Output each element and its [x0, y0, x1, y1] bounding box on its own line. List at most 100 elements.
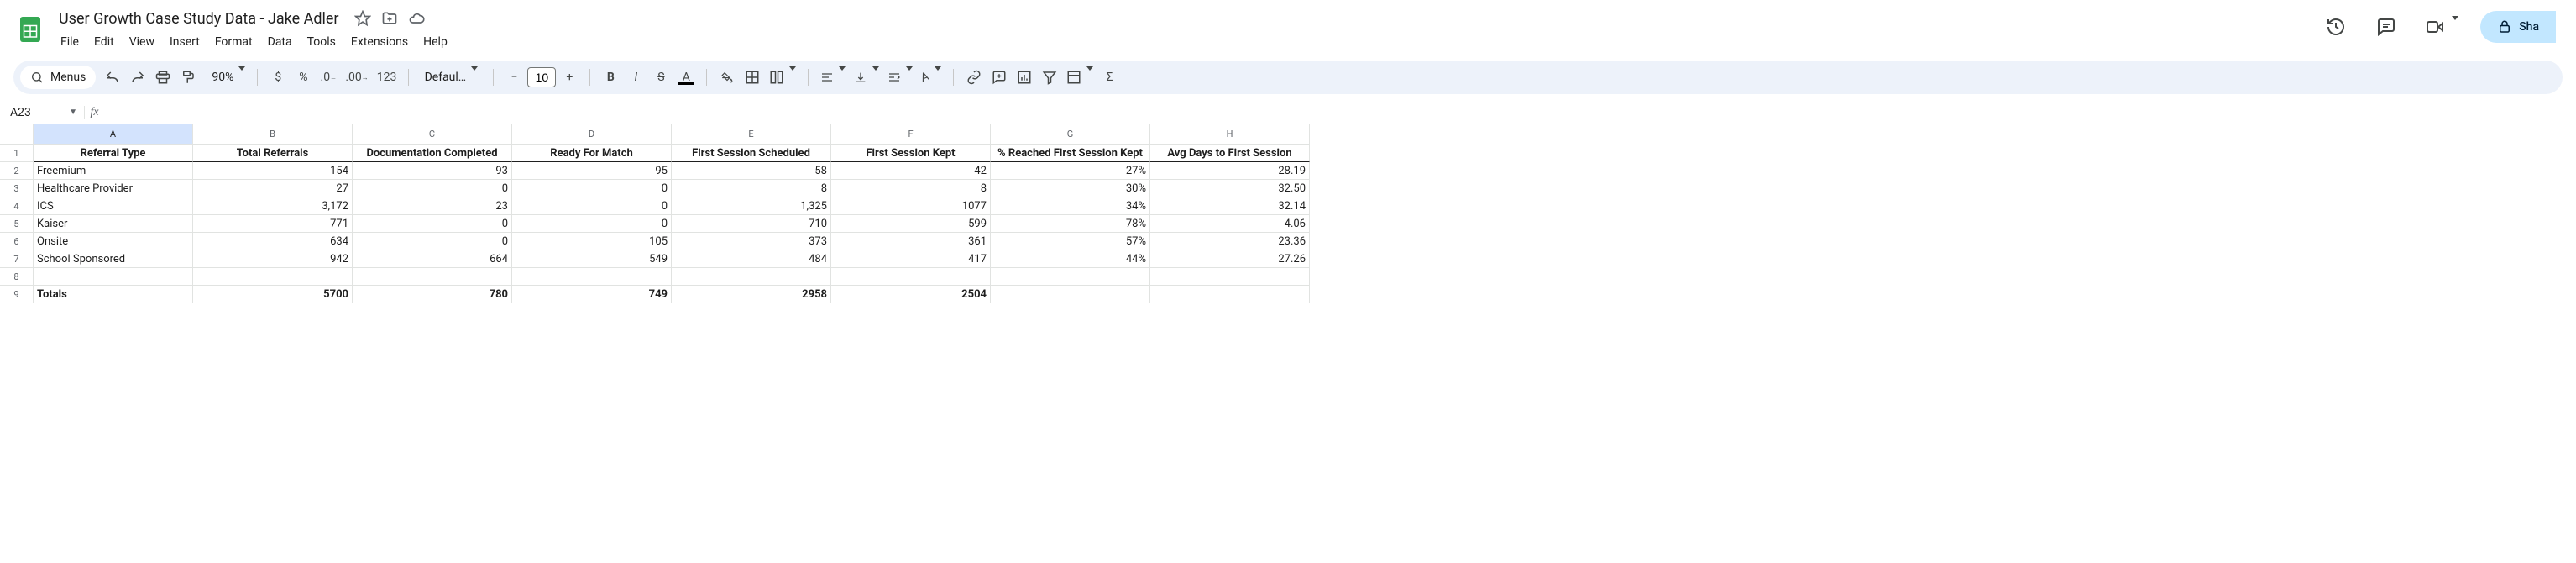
cell[interactable]: 42 — [831, 162, 991, 180]
cell[interactable]: ICS — [34, 197, 193, 215]
percent-button[interactable]: % — [291, 66, 315, 89]
cell[interactable]: 57% — [991, 233, 1150, 250]
cell[interactable]: 373 — [672, 233, 831, 250]
cell[interactable]: Healthcare Provider — [34, 180, 193, 197]
cell[interactable]: 780 — [353, 286, 512, 303]
col-head-D[interactable]: D — [512, 124, 672, 145]
cell[interactable]: Referral Type — [34, 145, 193, 162]
row-head[interactable]: 2 — [0, 162, 34, 180]
menu-view[interactable]: View — [123, 32, 161, 52]
name-box[interactable]: A23 ▼ — [0, 106, 84, 119]
col-head-E[interactable]: E — [672, 124, 831, 145]
cell[interactable]: 599 — [831, 215, 991, 233]
font-size-increase[interactable]: + — [558, 66, 581, 89]
filter-button[interactable] — [1038, 66, 1061, 89]
cell[interactable]: Total Referrals — [193, 145, 353, 162]
currency-button[interactable]: $ — [266, 66, 290, 89]
strikethrough-button[interactable]: S — [649, 66, 673, 89]
cell[interactable]: Avg Days to First Session — [1150, 145, 1310, 162]
cell[interactable]: School Sponsored — [34, 250, 193, 268]
menu-edit[interactable]: Edit — [87, 32, 121, 52]
cell[interactable]: Ready For Match — [512, 145, 672, 162]
cell[interactable] — [831, 268, 991, 286]
font-size-input[interactable] — [527, 67, 556, 87]
cloud-status-icon[interactable] — [408, 10, 425, 27]
cell[interactable] — [672, 268, 831, 286]
cell[interactable]: 484 — [672, 250, 831, 268]
cell[interactable]: 34% — [991, 197, 1150, 215]
move-icon[interactable] — [381, 10, 398, 27]
cell[interactable]: 942 — [193, 250, 353, 268]
cell[interactable]: 1077 — [831, 197, 991, 215]
col-head-C[interactable]: C — [353, 124, 512, 145]
col-head-H[interactable]: H — [1150, 124, 1310, 145]
cell[interactable]: 78% — [991, 215, 1150, 233]
cell[interactable]: % Reached First Session Kept — [991, 145, 1150, 162]
row-head[interactable]: 4 — [0, 197, 34, 215]
menu-format[interactable]: Format — [208, 32, 259, 52]
cell[interactable] — [193, 268, 353, 286]
cell[interactable] — [353, 268, 512, 286]
menu-help[interactable]: Help — [416, 32, 454, 52]
font-size-decrease[interactable]: − — [502, 66, 526, 89]
spreadsheet-grid[interactable]: A B C D E F G H 1 Referral Type Total Re… — [0, 124, 2576, 303]
cell[interactable]: 361 — [831, 233, 991, 250]
more-formats-button[interactable]: 123 — [374, 66, 401, 89]
cell[interactable]: Totals — [34, 286, 193, 303]
cell[interactable]: Freemium — [34, 162, 193, 180]
cell[interactable]: 93 — [353, 162, 512, 180]
col-head-G[interactable]: G — [991, 124, 1150, 145]
row-head[interactable]: 9 — [0, 286, 34, 303]
cell[interactable]: 23.36 — [1150, 233, 1310, 250]
cell[interactable]: 0 — [353, 180, 512, 197]
history-icon[interactable] — [2319, 10, 2353, 44]
wrap-button[interactable] — [884, 66, 916, 89]
undo-button[interactable] — [101, 66, 124, 89]
cell[interactable]: 154 — [193, 162, 353, 180]
cell[interactable] — [1150, 268, 1310, 286]
cell[interactable]: 95 — [512, 162, 672, 180]
functions-button[interactable]: Σ — [1098, 66, 1122, 89]
link-button[interactable] — [962, 66, 986, 89]
search-menus[interactable]: Menus — [20, 66, 96, 89]
cell[interactable]: 3,172 — [193, 197, 353, 215]
increase-decimal-button[interactable]: .00→ — [342, 66, 371, 89]
select-all-corner[interactable] — [0, 124, 34, 145]
cell[interactable]: 0 — [512, 215, 672, 233]
cell[interactable]: 0 — [353, 215, 512, 233]
cell[interactable]: 8 — [831, 180, 991, 197]
font-dropdown[interactable]: Defaul… — [417, 66, 484, 89]
italic-button[interactable]: I — [624, 66, 647, 89]
v-align-button[interactable] — [851, 66, 882, 89]
col-head-B[interactable]: B — [193, 124, 353, 145]
cell[interactable]: 44% — [991, 250, 1150, 268]
cell[interactable] — [512, 268, 672, 286]
cell[interactable]: 5700 — [193, 286, 353, 303]
cell[interactable]: 1,325 — [672, 197, 831, 215]
menu-data[interactable]: Data — [261, 32, 299, 52]
merge-button[interactable] — [766, 66, 799, 89]
share-button[interactable]: Sha — [2480, 11, 2556, 43]
cell[interactable]: Onsite — [34, 233, 193, 250]
menu-tools[interactable]: Tools — [301, 32, 343, 52]
row-head[interactable]: 1 — [0, 145, 34, 162]
borders-button[interactable] — [741, 66, 764, 89]
cell[interactable]: 417 — [831, 250, 991, 268]
table-views-button[interactable] — [1063, 66, 1097, 89]
cell[interactable]: 58 — [672, 162, 831, 180]
col-head-A[interactable]: A — [34, 124, 193, 145]
menu-insert[interactable]: Insert — [163, 32, 207, 52]
formula-input[interactable] — [104, 105, 2576, 120]
text-color-button[interactable]: A — [674, 66, 698, 89]
row-head[interactable]: 5 — [0, 215, 34, 233]
cell[interactable]: 749 — [512, 286, 672, 303]
cell[interactable]: 2504 — [831, 286, 991, 303]
cell[interactable]: 0 — [353, 233, 512, 250]
cell[interactable]: 27 — [193, 180, 353, 197]
rotate-button[interactable]: A — [918, 66, 944, 89]
cell[interactable]: 4.06 — [1150, 215, 1310, 233]
cell[interactable]: 0 — [512, 180, 672, 197]
cell[interactable]: 105 — [512, 233, 672, 250]
cell[interactable]: 28.19 — [1150, 162, 1310, 180]
cell[interactable]: 549 — [512, 250, 672, 268]
